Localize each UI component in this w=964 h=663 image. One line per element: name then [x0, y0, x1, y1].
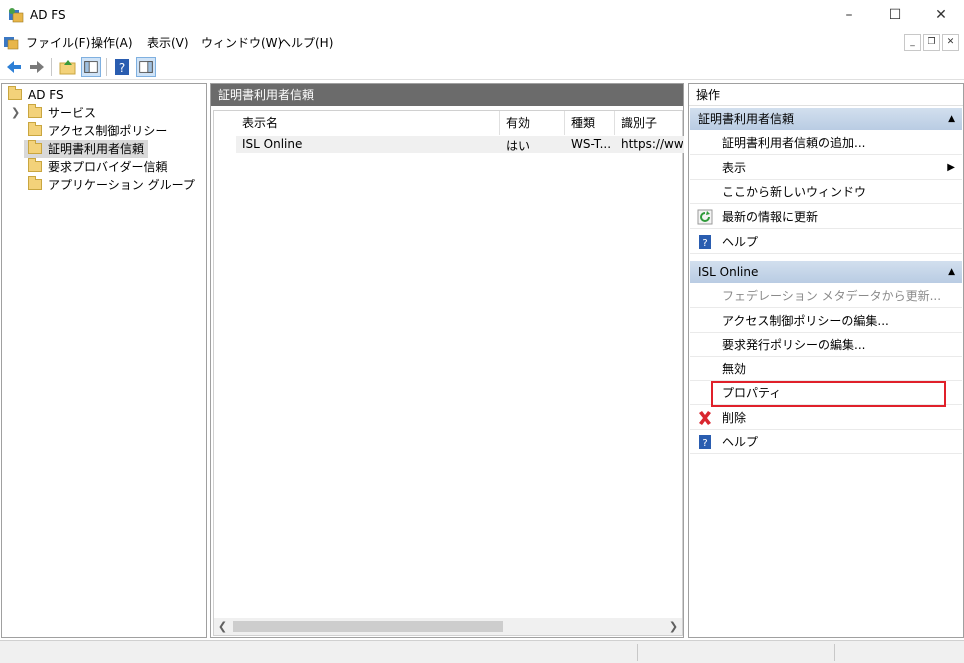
toolbar-separator — [51, 58, 52, 76]
maximize-button[interactable]: ☐ — [872, 0, 918, 31]
folder-icon — [28, 104, 42, 118]
action-delete[interactable]: 削除 — [690, 406, 962, 430]
show-tree-icon[interactable] — [81, 57, 101, 77]
svg-text:?: ? — [702, 438, 707, 449]
section-header-isl-online[interactable]: ISL Online ▲ — [690, 261, 962, 283]
column-header-identifier[interactable]: 識別子 — [615, 111, 684, 135]
folder-icon — [28, 158, 42, 172]
tree-item-service[interactable]: サービス — [28, 104, 96, 122]
action-edit-claim-issuance-policy[interactable]: 要求発行ポリシーの編集... — [690, 333, 962, 357]
svg-text:?: ? — [702, 238, 707, 249]
folder-icon — [28, 176, 42, 190]
horizontal-scrollbar[interactable]: ❮ ❯ — [214, 618, 682, 635]
window-title: AD FS — [30, 8, 66, 22]
action-new-window-from-here[interactable]: ここから新しいウィンドウ — [690, 180, 962, 204]
toolbar: ? — [0, 54, 964, 80]
title-bar: AD FS – ☐ ✕ — [0, 0, 964, 31]
up-folder-icon[interactable] — [58, 57, 78, 77]
tree-root-adfs[interactable]: AD FS — [8, 86, 64, 104]
menu-bar: ファイル(F) 操作(A) 表示(V) ウィンドウ(W) ヘルプ(H) — [0, 31, 964, 53]
adfs-app-icon — [9, 8, 24, 23]
menu-action[interactable]: 操作(A) — [91, 34, 133, 51]
cell-display-name: ISL Online — [242, 137, 303, 151]
mdi-close-button[interactable]: ✕ — [942, 34, 959, 51]
action-disable[interactable]: 無効 — [690, 357, 962, 381]
menu-view[interactable]: 表示(V) — [147, 34, 189, 51]
status-bar — [0, 640, 964, 663]
scrollbar-thumb[interactable] — [233, 621, 503, 632]
action-refresh[interactable]: 最新の情報に更新 — [690, 205, 962, 229]
section-header-relying-party-trusts[interactable]: 証明書利用者信頼 ▲ — [690, 108, 962, 130]
submenu-arrow-icon: ▶ — [947, 162, 955, 173]
forward-arrow-icon[interactable] — [27, 57, 47, 77]
column-header-enabled[interactable]: 有効 — [500, 111, 565, 135]
column-header-type[interactable]: 種類 — [565, 111, 615, 135]
tree-item-relying-party-trusts[interactable]: 証明書利用者信頼 — [24, 140, 149, 158]
action-add-relying-party-trust[interactable]: 証明書利用者信頼の追加... — [690, 131, 962, 155]
minimize-button[interactable]: – — [826, 0, 872, 31]
menu-window[interactable]: ウィンドウ(W) — [201, 34, 282, 51]
action-edit-access-control-policy[interactable]: アクセス制御ポリシーの編集... — [690, 309, 962, 333]
results-pane: 証明書利用者信頼 表示名 有効 種類 識別子 ISL Online はい WS-… — [210, 83, 684, 638]
delete-x-icon — [699, 411, 711, 425]
actions-pane: 操作 証明書利用者信頼 ▲ 証明書利用者信頼の追加... 表示 ▶ ここから新し… — [688, 83, 964, 638]
folder-icon — [8, 86, 22, 100]
status-separator — [834, 644, 835, 661]
console-tree: AD FS ❯ サービス アクセス制御ポリシー 証明書利用者信頼 要求プロバイダ… — [1, 83, 207, 638]
cell-identifier: https://www — [621, 137, 683, 151]
show-action-pane-icon[interactable] — [136, 57, 156, 77]
scroll-right-arrow-icon[interactable]: ❯ — [665, 618, 682, 635]
help-icon: ? — [699, 435, 711, 449]
folder-icon — [28, 122, 42, 136]
mdi-restore-button[interactable]: ❐ — [923, 34, 940, 51]
folder-icon — [28, 140, 42, 154]
help-icon[interactable]: ? — [112, 57, 132, 77]
back-arrow-icon[interactable] — [4, 57, 24, 77]
tree-item-access-control-policy[interactable]: アクセス制御ポリシー — [28, 122, 167, 140]
scroll-left-arrow-icon[interactable]: ❮ — [214, 618, 231, 635]
mdi-minimize-button[interactable]: _ — [904, 34, 921, 51]
action-view[interactable]: 表示 ▶ — [690, 156, 962, 180]
action-help-isl[interactable]: ? ヘルプ — [690, 430, 962, 454]
action-help[interactable]: ? ヘルプ — [690, 230, 962, 254]
cell-enabled: はい — [506, 139, 531, 153]
menu-help[interactable]: ヘルプ(H) — [279, 34, 333, 51]
cell-type: WS-T... — [571, 137, 612, 151]
tree-item-application-groups[interactable]: アプリケーション グループ — [28, 176, 195, 194]
status-separator — [637, 644, 638, 661]
actions-title: 操作 — [689, 84, 963, 106]
results-header: 証明書利用者信頼 — [211, 84, 683, 106]
refresh-icon — [697, 209, 713, 225]
chevron-right-icon[interactable]: ❯ — [11, 106, 20, 119]
help-icon: ? — [699, 235, 711, 249]
relying-party-list: 表示名 有効 種類 識別子 ISL Online はい WS-T... http… — [213, 110, 684, 636]
svg-text:?: ? — [119, 61, 125, 75]
action-update-from-federation-metadata: フェデレーション メタデータから更新... — [690, 284, 962, 308]
properties-highlight-box — [711, 381, 946, 407]
collapse-arrow-icon[interactable]: ▲ — [948, 261, 955, 283]
collapse-arrow-icon[interactable]: ▲ — [948, 108, 955, 130]
tree-item-claims-provider-trusts[interactable]: 要求プロバイダー信頼 — [28, 158, 168, 176]
adfs-menu-icon[interactable] — [3, 34, 19, 50]
column-header-display-name[interactable]: 表示名 — [236, 111, 500, 135]
mdi-controls: _ ❐ ✕ — [904, 34, 960, 52]
toolbar-separator — [106, 58, 107, 76]
menu-file[interactable]: ファイル(F) — [26, 34, 90, 51]
close-button[interactable]: ✕ — [918, 0, 964, 31]
